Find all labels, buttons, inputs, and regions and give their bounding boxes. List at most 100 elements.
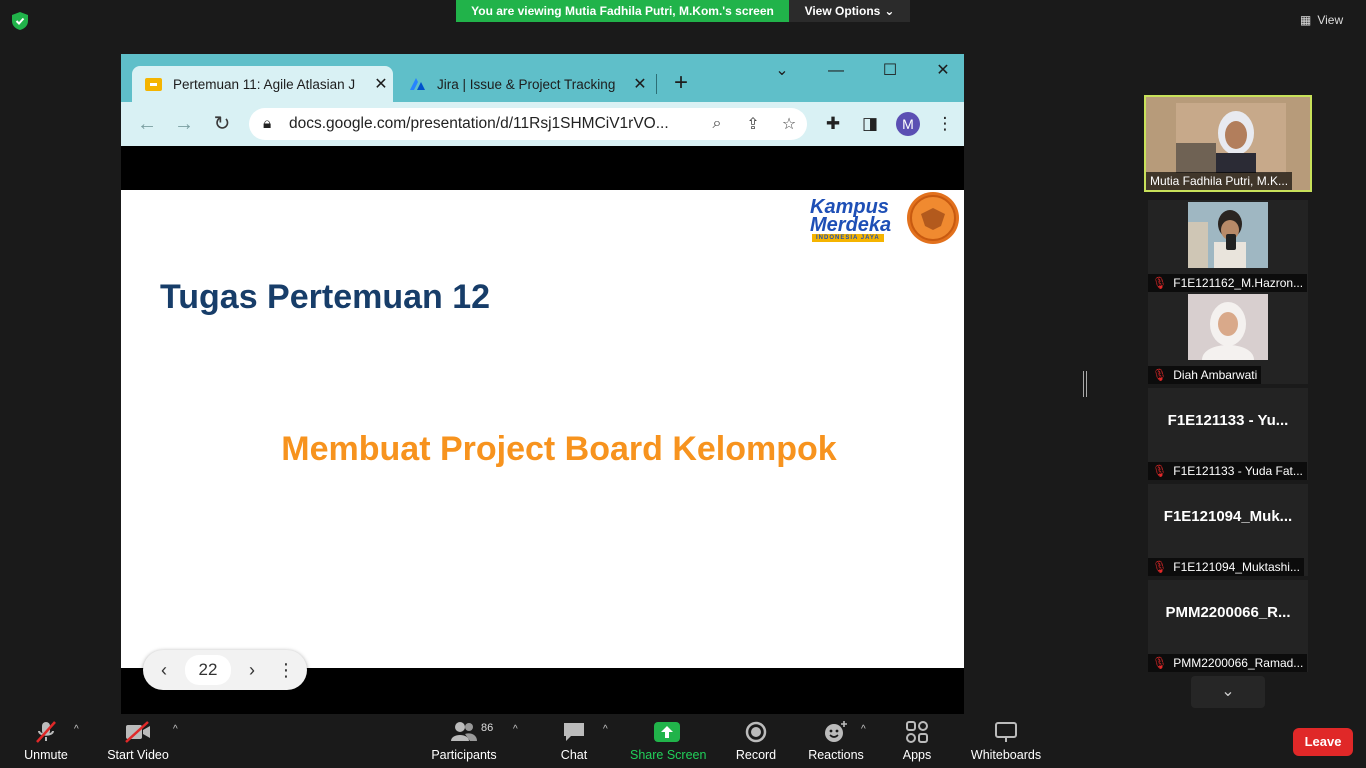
chat-options-caret-icon[interactable]: ^ xyxy=(603,724,608,735)
logo-line-2: Merdeka xyxy=(810,214,892,236)
microphone-muted-icon: 🎙︎ xyxy=(1152,656,1168,670)
microphone-muted-icon: 🎙︎ xyxy=(1152,560,1168,574)
tab-google-slides[interactable]: Pertemuan 11: Agile Atlasian J ✕ xyxy=(132,66,393,102)
chat-label: Chat xyxy=(560,748,588,762)
microphone-muted-icon: 🎙︎ xyxy=(1152,464,1168,478)
chevron-down-icon: ⌄ xyxy=(884,4,895,18)
chat-button[interactable]: Chat xyxy=(552,716,596,768)
participant-display-name: F1E121133 - Yu... xyxy=(1167,412,1289,429)
screen-share-banner: You are viewing Mutia Fadhila Putri, M.K… xyxy=(456,0,789,22)
previous-slide-icon[interactable]: ‹ xyxy=(151,650,177,690)
view-options-button[interactable]: View Options ⌄ xyxy=(789,0,910,22)
more-options-icon[interactable]: ⋮ xyxy=(273,650,299,690)
tab-divider xyxy=(656,74,657,94)
unmute-label: Unmute xyxy=(24,748,68,762)
unmute-button[interactable]: Unmute xyxy=(18,716,74,768)
participant-tile-active-speaker[interactable]: Mutia Fadhila Putri, M.K... xyxy=(1144,95,1312,192)
window-close-button[interactable]: ✕ xyxy=(928,60,958,82)
minimize-button[interactable]: — xyxy=(821,60,851,82)
browser-toolbar: ← → ↻ 🔒︎ docs.google.com/presentation/d/… xyxy=(121,102,964,146)
presentation-slide: Kampus Merdeka INDONESIA JAYA Tugas Pert… xyxy=(121,190,964,668)
participant-name-bar: 🎙︎ Diah Ambarwati xyxy=(1148,366,1262,384)
participant-tile[interactable]: 🎙︎ F1E121162_M.Hazron... xyxy=(1148,200,1308,292)
whiteboards-label: Whiteboards xyxy=(970,748,1042,762)
meeting-toolbar: Unmute ^ Start Video ^ Participants 86 ^… xyxy=(0,716,1366,768)
new-tab-button[interactable]: + xyxy=(669,69,693,97)
microphone-muted-icon: 🎙︎ xyxy=(1152,368,1168,382)
participant-name-bar: 🎙︎ F1E121162_M.Hazron... xyxy=(1148,274,1308,292)
view-button[interactable]: ▦ View xyxy=(1300,10,1360,30)
logo-subtitle: INDONESIA JAYA xyxy=(812,234,884,242)
profile-avatar[interactable]: M xyxy=(896,112,920,136)
tab-search-chevron-icon[interactable]: ⌄ xyxy=(767,60,797,82)
reactions-label: Reactions xyxy=(808,748,864,762)
slide-navigation: ‹ 22 › ⋮ xyxy=(143,650,307,690)
back-arrow-icon[interactable]: ← xyxy=(134,111,160,137)
grid-view-icon: ▦ xyxy=(1300,13,1312,27)
security-shield-icon[interactable] xyxy=(12,12,28,30)
maximize-button[interactable]: ☐ xyxy=(875,60,905,82)
panel-resize-handle[interactable] xyxy=(1083,371,1087,397)
chevron-down-icon: ⌄ xyxy=(1221,683,1235,700)
participant-name-bar: 🎙︎ F1E121133 - Yuda Fat... xyxy=(1148,462,1307,480)
record-button[interactable]: Record xyxy=(733,716,779,768)
reload-icon[interactable]: ↻ xyxy=(209,111,235,137)
whiteboard-icon xyxy=(966,716,1046,742)
participant-name-bar: 🎙︎ F1E121094_Muktashi... xyxy=(1148,558,1304,576)
tab-jira[interactable]: Jira | Issue & Project Tracking ✕ xyxy=(397,66,652,102)
university-seal-icon xyxy=(907,192,959,244)
slide-body-text: Membuat Project Board Kelompok xyxy=(281,430,837,468)
bookmark-star-icon[interactable]: ☆ xyxy=(771,114,807,134)
participant-tile[interactable]: 🎙︎ Diah Ambarwati xyxy=(1148,292,1308,384)
participant-display-name: PMM2200066_R... xyxy=(1165,604,1291,621)
microphone-muted-icon xyxy=(18,716,74,743)
participant-video xyxy=(1188,202,1268,268)
participants-options-caret-icon[interactable]: ^ xyxy=(513,724,518,735)
participant-name: PMM2200066_Ramad... xyxy=(1173,656,1304,670)
participant-name: Diah Ambarwati xyxy=(1173,368,1258,382)
participants-label: Participants xyxy=(431,748,497,762)
participant-name: F1E121162_M.Hazron... xyxy=(1173,276,1304,290)
gallery-scroll-down-button[interactable]: ⌄ xyxy=(1191,676,1265,708)
url-text: docs.google.com/presentation/d/11Rsj1SHM… xyxy=(289,115,669,132)
reaction-smiley-icon xyxy=(806,716,866,742)
start-video-label: Start Video xyxy=(107,748,169,762)
participant-tile[interactable]: F1E121094_Muk... 🎙︎ F1E121094_Muktashi..… xyxy=(1148,484,1308,576)
participants-count: 86 xyxy=(481,722,494,734)
close-icon[interactable]: ✕ xyxy=(369,74,393,94)
forward-arrow-icon[interactable]: → xyxy=(171,111,197,137)
close-icon[interactable]: ✕ xyxy=(628,74,652,94)
next-slide-icon[interactable]: › xyxy=(239,650,265,690)
video-options-caret-icon[interactable]: ^ xyxy=(173,724,178,735)
view-options-label: View Options xyxy=(804,4,881,18)
zoom-icon[interactable]: ⌕ xyxy=(699,115,735,133)
share-screen-button[interactable]: Share Screen xyxy=(630,716,707,768)
audio-options-caret-icon[interactable]: ^ xyxy=(74,724,79,735)
kampus-merdeka-logo: Kampus Merdeka xyxy=(810,197,902,236)
participant-display-name: F1E121094_Muk... xyxy=(1163,508,1293,525)
microphone-muted-icon: 🎙︎ xyxy=(1152,276,1168,290)
jira-icon xyxy=(410,78,425,90)
reactions-button[interactable]: Reactions xyxy=(806,716,866,768)
whiteboards-button[interactable]: Whiteboards xyxy=(966,716,1046,768)
google-slides-icon xyxy=(145,77,162,91)
apps-button[interactable]: Apps xyxy=(897,716,937,768)
reactions-options-caret-icon[interactable]: ^ xyxy=(861,724,866,735)
share-screen-label: Share Screen xyxy=(630,748,707,762)
browser-tab-bar: Pertemuan 11: Agile Atlasian J ✕ Jira | … xyxy=(121,54,964,102)
chat-bubble-icon xyxy=(552,716,596,742)
side-panel-icon[interactable]: ◨ xyxy=(858,112,882,136)
share-icon[interactable]: ⇪ xyxy=(735,114,771,134)
participant-tile[interactable]: F1E121133 - Yu... 🎙︎ F1E121133 - Yuda Fa… xyxy=(1148,388,1308,480)
leave-button[interactable]: Leave xyxy=(1293,728,1353,756)
start-video-button[interactable]: Start Video xyxy=(103,716,173,768)
apps-icon xyxy=(897,716,937,743)
participant-name: Mutia Fadhila Putri, M.K... xyxy=(1146,172,1293,190)
address-bar[interactable]: 🔒︎ docs.google.com/presentation/d/11Rsj1… xyxy=(249,108,807,140)
participant-tile[interactable]: PMM2200066_R... 🎙︎ PMM2200066_Ramad... xyxy=(1148,580,1308,672)
more-menu-icon[interactable]: ⋮ xyxy=(933,112,957,136)
tab-label: Jira | Issue & Project Tracking xyxy=(437,76,616,92)
record-label: Record xyxy=(735,748,777,762)
slide-page-number[interactable]: 22 xyxy=(185,655,231,685)
extensions-puzzle-icon[interactable]: ✚ xyxy=(821,112,845,136)
